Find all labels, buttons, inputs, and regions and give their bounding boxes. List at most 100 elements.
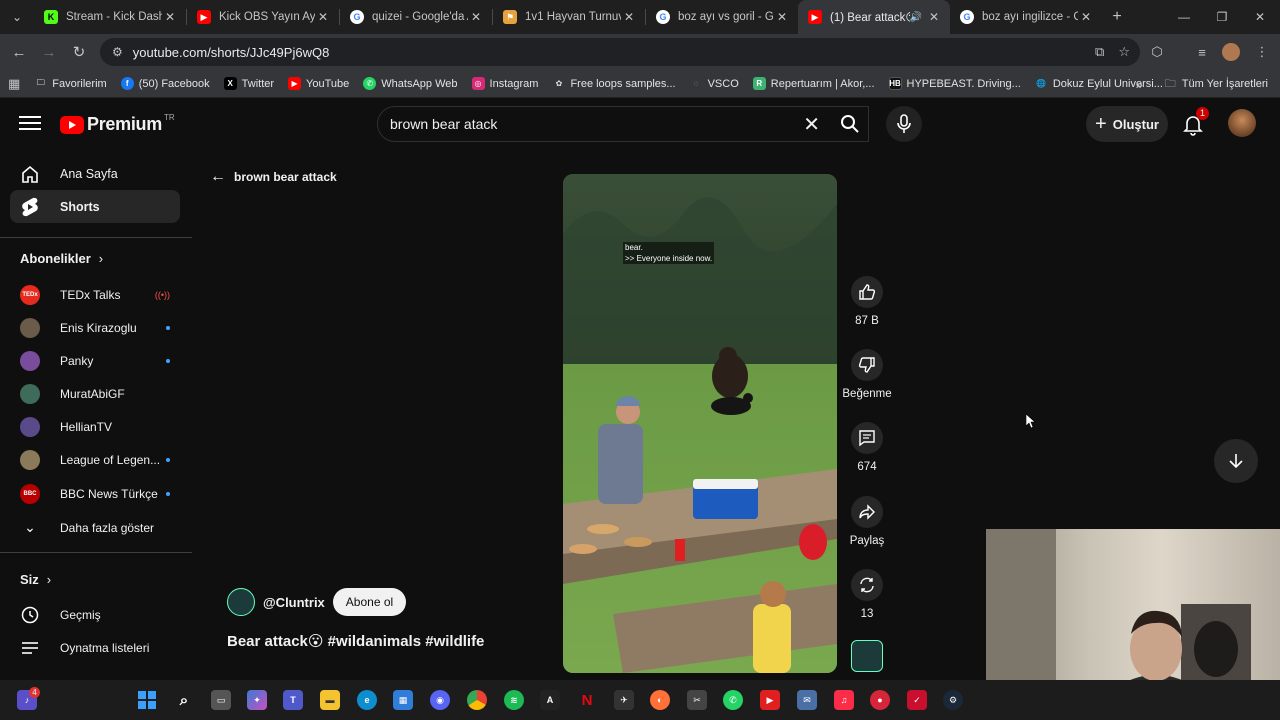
task-view-icon[interactable]: ▭ (211, 690, 231, 710)
sound-thumbnail[interactable] (842, 640, 892, 679)
copilot-icon[interactable]: ✦ (247, 690, 267, 710)
close-tab-icon[interactable]: ✕ (468, 10, 484, 24)
extensions-icon[interactable]: ⬡ (1143, 34, 1171, 70)
comments-button[interactable]: 674 (842, 422, 892, 473)
more-bookmarks-icon[interactable]: » (1136, 77, 1143, 92)
all-bookmarks-link[interactable]: Tüm Yer İşaretleri (1182, 78, 1268, 90)
subscription-item[interactable]: League of Legen... (20, 443, 170, 476)
app-red2-icon[interactable]: ✓ (907, 690, 927, 710)
firefox-icon[interactable]: ◐ (650, 690, 670, 710)
browser-tab[interactable]: G boz ayı vs goril - Google ✕ (646, 0, 798, 34)
browser-tab[interactable]: K Stream - Kick Dashboard ✕ (34, 0, 186, 34)
chrome-icon[interactable] (467, 690, 487, 710)
search-input[interactable]: brown bear atack ✕ (377, 106, 869, 142)
restore-icon[interactable]: ❐ (1203, 0, 1241, 34)
bookmark-item[interactable]: X Twitter (223, 77, 274, 90)
you-heading[interactable]: Siz › (20, 572, 51, 587)
game-icon[interactable]: ✈ (614, 690, 634, 710)
back-icon[interactable]: ← (4, 37, 34, 67)
browser-tab[interactable]: ▶ Kick OBS Yayın Ayarları ✕ (187, 0, 339, 34)
sidebar-item-playlists[interactable]: Oynatma listeleri (20, 631, 170, 664)
short-video-player[interactable]: bear. >> Everyone inside now. (563, 174, 837, 673)
spotify-icon[interactable]: ≋ (504, 690, 524, 710)
close-tab-icon[interactable]: ✕ (774, 10, 790, 24)
subscription-item[interactable]: Enis Kirazoglu (20, 311, 170, 344)
dislike-button[interactable]: Beğenme (842, 349, 892, 400)
subscriptions-heading[interactable]: Abonelikler › (20, 251, 103, 266)
file-explorer-icon[interactable]: ▬ (320, 690, 340, 710)
clear-search-icon[interactable]: ✕ (803, 112, 820, 137)
address-bar[interactable]: ⚙ youtube.com/shorts/JJc49Pj6wQ8 ⧉ ☆ (100, 38, 1140, 66)
back-to-search-link[interactable]: ← brown bear attack (210, 168, 337, 186)
channel-name[interactable]: @Cluntrix (263, 595, 325, 610)
remix-button[interactable]: 13 (842, 569, 892, 620)
netflix-icon[interactable]: N (577, 690, 597, 710)
bookmark-item[interactable]: HB HYPEBEAST. Driving... (888, 77, 1021, 90)
close-tab-icon[interactable]: ✕ (162, 10, 178, 24)
bookmark-item[interactable]: ▶ YouTube (288, 77, 349, 90)
browser-tab-active[interactable]: ▶ (1) Bear attack😮 🔊 ✕ (798, 0, 950, 34)
close-tab-icon[interactable]: ✕ (621, 10, 637, 24)
steam-icon[interactable]: ⚙ (943, 690, 963, 710)
like-button[interactable]: 87 B (842, 276, 892, 327)
teams-icon[interactable]: T (283, 690, 303, 710)
close-tab-icon[interactable]: ✕ (926, 10, 942, 24)
app-icon[interactable]: A (540, 690, 560, 710)
next-short-button[interactable] (1214, 439, 1258, 483)
hamburger-menu-icon[interactable] (19, 113, 41, 135)
subscription-item[interactable]: HellianTV (20, 410, 170, 443)
site-info-icon[interactable]: ⚙ (112, 45, 123, 59)
share-button[interactable]: Paylaş (842, 496, 892, 547)
bookmark-item[interactable]: f (50) Facebook (120, 77, 210, 90)
sidebar-item-shorts[interactable]: Shorts (10, 190, 180, 223)
forward-icon[interactable]: → (34, 37, 64, 67)
create-button[interactable]: + Oluştur (1086, 106, 1168, 142)
channel-avatar[interactable] (227, 588, 255, 616)
close-window-icon[interactable]: ✕ (1241, 0, 1279, 34)
windows-icon[interactable] (137, 690, 157, 710)
subscription-item[interactable]: BBC BBC News Türkçe (20, 477, 170, 510)
bookmark-star-icon[interactable]: ☆ (1118, 44, 1130, 60)
subscription-item[interactable]: MuratAbiGF (20, 377, 170, 410)
subscription-item[interactable]: Panky (20, 344, 170, 377)
bookmark-item[interactable]: ◎ Instagram (471, 77, 538, 90)
subscription-item[interactable]: TEDx TEDx Talks ((•)) (20, 278, 170, 311)
bookmark-item[interactable]: ✆ WhatsApp Web (363, 77, 458, 90)
close-tab-icon[interactable]: ✕ (315, 10, 331, 24)
install-app-icon[interactable]: ⧉ (1095, 44, 1104, 60)
browser-tab[interactable]: G quizei - Google'da Ara ✕ (340, 0, 492, 34)
profile-icon[interactable] (1217, 34, 1245, 70)
media-control-icon[interactable]: ≡ (1188, 34, 1216, 70)
notifications-button[interactable]: 1 (1181, 107, 1209, 136)
mail-icon[interactable]: ✉ (797, 690, 817, 710)
browser-tab[interactable]: ⚑ 1v1 Hayvan Turnuvası ✕ (493, 0, 645, 34)
browser-tab[interactable]: G boz ayı ingilizce - Google ✕ (950, 0, 1102, 34)
tab-search-chevron-icon[interactable]: ⌄ (0, 0, 34, 34)
music-icon[interactable]: ♫ (834, 690, 854, 710)
whatsapp-icon[interactable]: ✆ (723, 690, 743, 710)
apps-grid-icon[interactable]: ▦ (8, 76, 20, 92)
more-menu-icon[interactable]: ⋮ (1248, 34, 1276, 70)
store-icon[interactable]: ▦ (393, 690, 413, 710)
search-icon[interactable]: ⌕ (174, 690, 194, 710)
sidebar-item-home[interactable]: Ana Sayfa (10, 157, 180, 190)
search-button[interactable] (830, 106, 870, 142)
discord-icon[interactable]: ◉ (430, 690, 450, 710)
minimize-icon[interactable]: — (1165, 0, 1203, 34)
bookmark-item[interactable]: ✿ Free loops samples... (552, 77, 676, 90)
close-tab-icon[interactable]: ✕ (1078, 10, 1094, 24)
reload-icon[interactable]: ↻ (64, 37, 94, 67)
bookmark-item[interactable]: 🗀 Favorilerim (34, 77, 107, 90)
edge-icon[interactable]: e (357, 690, 377, 710)
youtube-studio-icon[interactable]: ▶ (760, 690, 780, 710)
speaker-icon[interactable]: 🔊 (910, 12, 922, 23)
app-red-icon[interactable]: ● (870, 690, 890, 710)
sidebar-item-history[interactable]: Geçmiş (20, 598, 170, 631)
capcut-icon[interactable]: ✂ (687, 690, 707, 710)
youtube-premium-logo[interactable]: Premium TR (60, 113, 175, 135)
bookmark-item[interactable]: R Repertuarım | Akor,... (752, 77, 875, 90)
subscribe-button[interactable]: Abone ol (332, 588, 407, 616)
show-more-button[interactable]: ⌄ Daha fazla göster (20, 511, 170, 544)
voice-search-button[interactable] (886, 106, 922, 142)
bookmark-item[interactable]: ◌ VSCO (690, 77, 739, 90)
